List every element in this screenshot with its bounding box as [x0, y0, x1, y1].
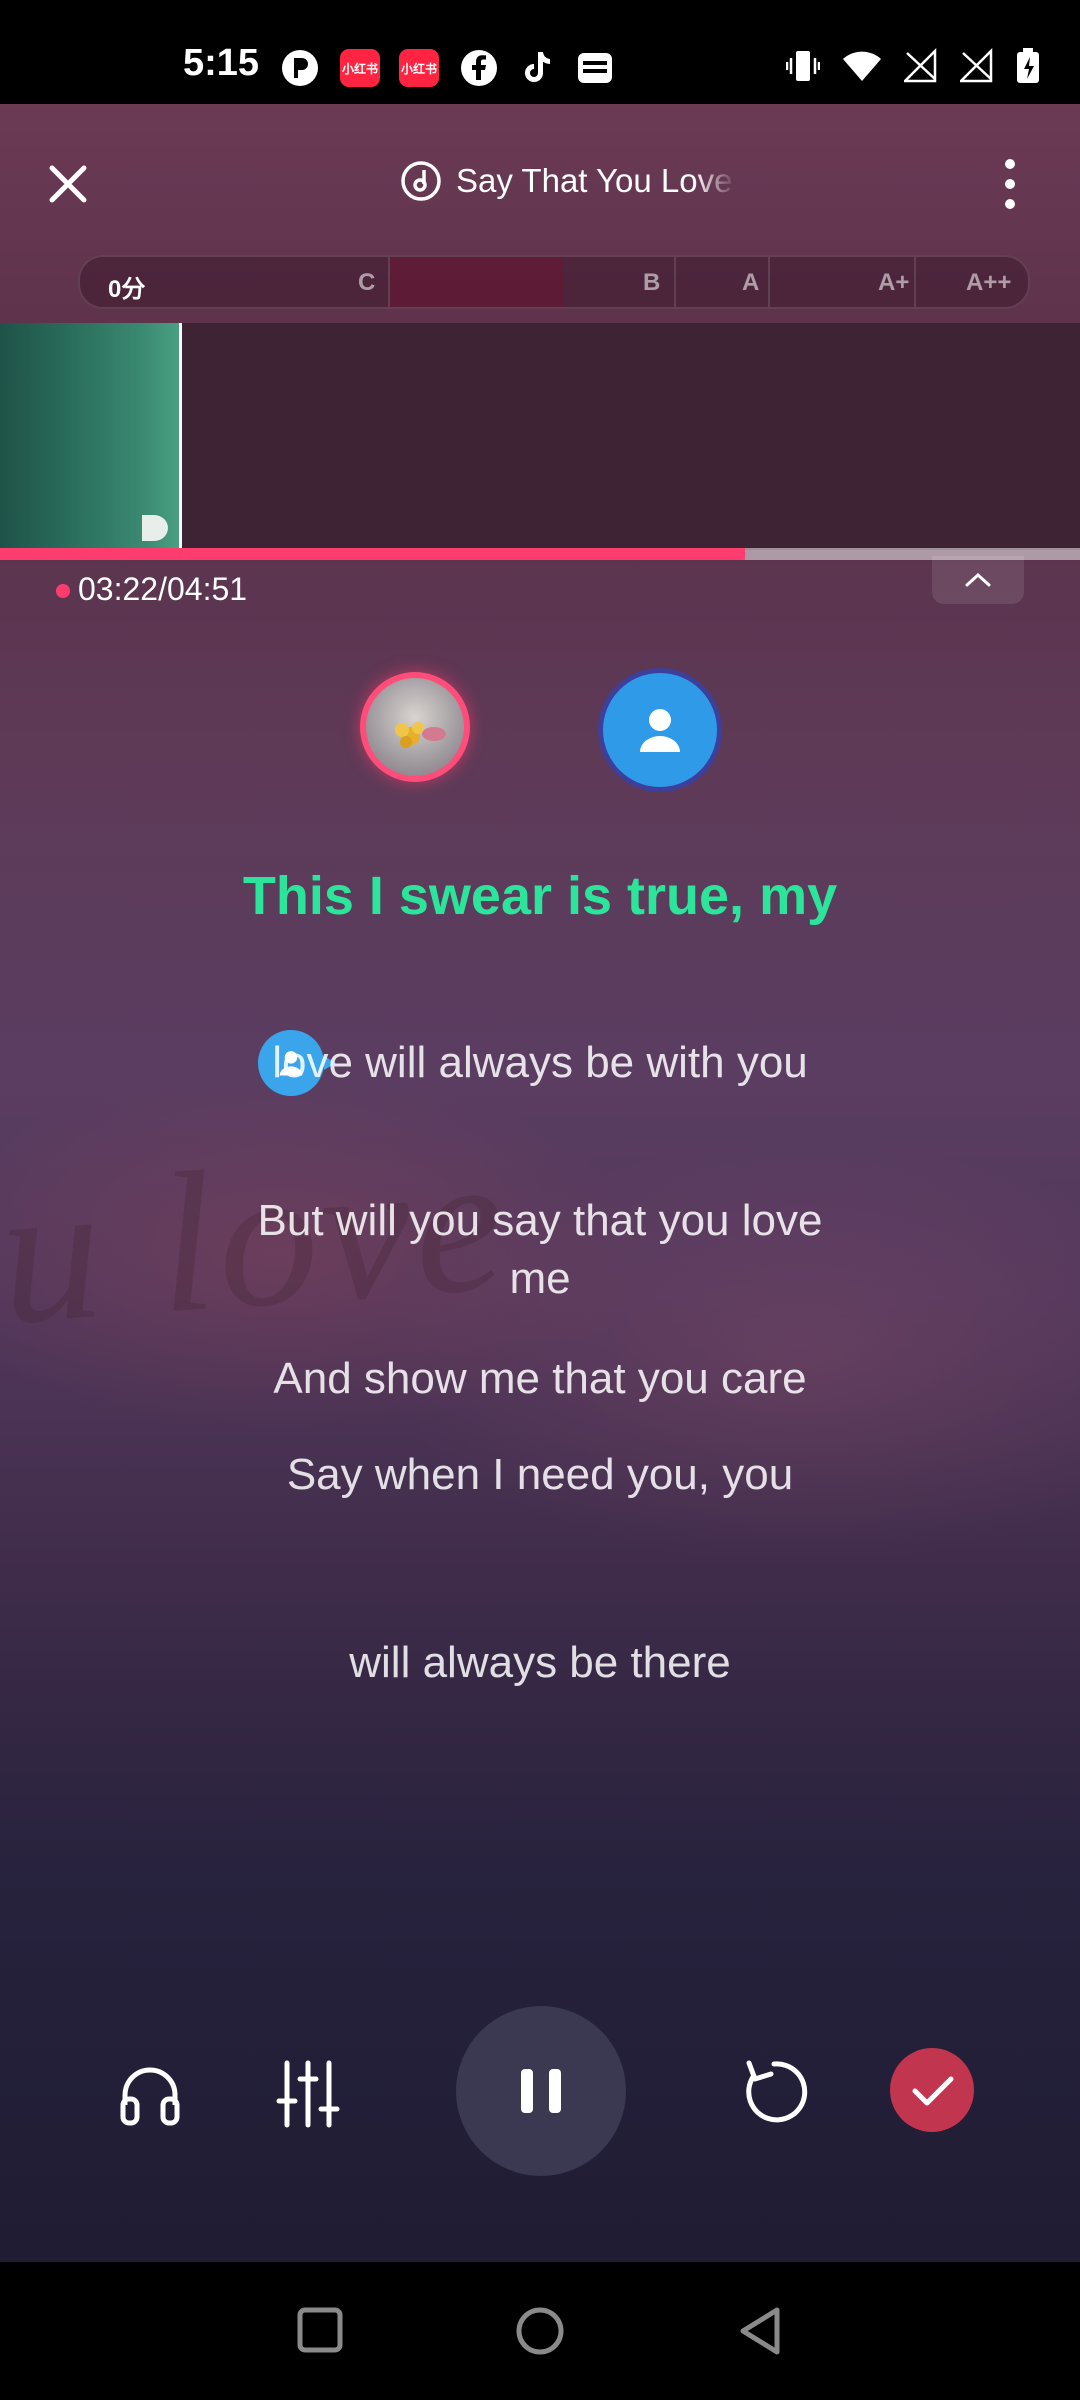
wifi-icon: [843, 51, 881, 81]
headphones-button[interactable]: [108, 2052, 192, 2136]
xiaohongshu-icon-2: 小红书: [399, 49, 439, 87]
headphones-icon: [120, 2067, 180, 2126]
facebook-icon: [461, 50, 497, 86]
recording-dot: [56, 584, 70, 598]
pitch-playhead: [179, 323, 182, 550]
grade-c: C: [358, 269, 376, 296]
recents-button[interactable]: [294, 2304, 348, 2358]
grade-divider: [768, 257, 770, 307]
xiaohongshu-icon: 小红书: [340, 49, 380, 87]
score-highlight-zone: [390, 257, 564, 307]
grade-a-plus: A+: [878, 269, 910, 296]
pause-icon: [521, 2069, 561, 2113]
partner-avatar[interactable]: [598, 668, 722, 792]
tiktok-icon: [525, 52, 550, 82]
flower-avatar-image: [395, 722, 446, 748]
back-button[interactable]: [735, 2304, 789, 2358]
chevron-up-icon: [965, 572, 991, 587]
score-grade-bar: 0分 C B A A+ A++: [78, 255, 1030, 309]
lyric-line: Say when I need you, you: [286, 1450, 794, 1499]
signal-icon-2: [960, 48, 993, 83]
current-score: 0分: [108, 276, 146, 303]
person-icon: [640, 709, 680, 752]
user-avatar[interactable]: [360, 672, 470, 782]
more-options-button[interactable]: [990, 154, 1030, 214]
check-icon: [912, 2076, 954, 2106]
grade-a-plus-plus: A++: [966, 269, 1012, 296]
vibrate-icon: [786, 51, 820, 81]
lyric-line: will always be there: [349, 1638, 731, 1687]
mixer-button[interactable]: [266, 2052, 350, 2136]
grade-b: B: [643, 269, 661, 296]
song-title-bar: Say That You Love Me: [400, 160, 736, 202]
grade-divider: [914, 257, 916, 307]
lyric-line: And show me that you care: [273, 1354, 807, 1403]
time-display: 03:22/04:51: [78, 571, 248, 607]
pause-button[interactable]: [456, 2006, 626, 2176]
playback-progress-bar[interactable]: [0, 548, 1080, 560]
song-title: Say That You Love Me: [456, 162, 736, 199]
lyric-line: But will you say that you love me: [257, 1196, 823, 1303]
grade-divider: [388, 257, 390, 307]
current-lyric-line: This I swear is true, my: [242, 866, 838, 926]
signal-icon: [904, 48, 937, 83]
grade-divider: [674, 257, 676, 307]
restart-button[interactable]: [732, 2050, 816, 2134]
progress-fill: [0, 548, 746, 560]
collapse-button[interactable]: [932, 556, 1024, 604]
status-bar: 5:15 小红书 小红书: [0, 0, 1080, 104]
close-button[interactable]: [40, 156, 96, 212]
restart-icon: [746, 2060, 808, 2123]
equalizer-icon: [276, 2060, 340, 2128]
pitch-marker-icon: [142, 515, 168, 541]
finish-button[interactable]: [890, 2048, 974, 2132]
grade-a: A: [742, 269, 760, 296]
battery-charging-icon: [1017, 48, 1039, 83]
wallet-icon: [578, 53, 612, 83]
lyric-line: love will always be with you: [272, 1038, 808, 1087]
status-time: 5:15: [183, 42, 260, 84]
p-app-icon: [282, 50, 318, 86]
home-button[interactable]: [513, 2304, 567, 2358]
music-note-icon: [401, 161, 441, 201]
pitch-visualizer: [0, 323, 1080, 550]
